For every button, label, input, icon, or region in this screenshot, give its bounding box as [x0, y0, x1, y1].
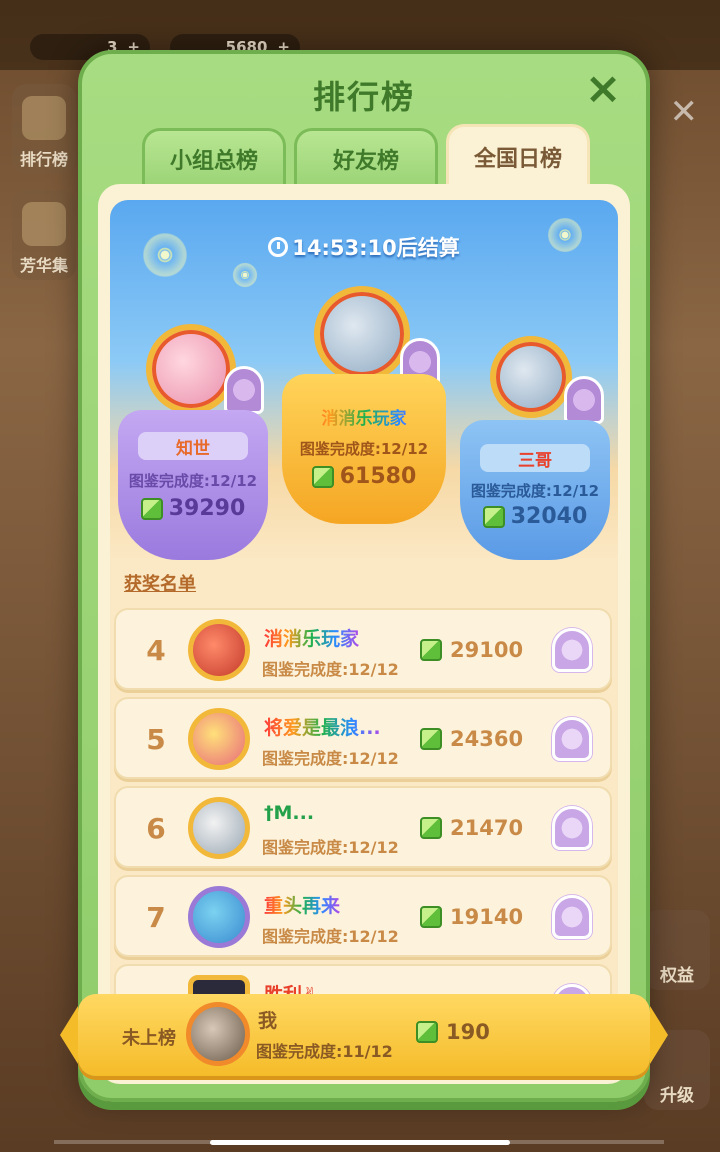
cube-icon [311, 465, 334, 488]
tab-bar: 小组总榜 好友榜 全国日榜 [142, 124, 590, 186]
podium-name: 知世 [138, 432, 248, 460]
collection-progress: 图鉴完成度:12/12 [262, 927, 399, 946]
tab-friends[interactable]: 好友榜 [294, 128, 438, 186]
list-item[interactable]: 4 消消乐玩家 图鉴完成度:12/12 29100 [114, 608, 612, 690]
tab-group-total[interactable]: 小组总榜 [142, 128, 286, 186]
rank-number: 4 [146, 634, 166, 667]
podium-area: 14:53:10后结算 知世 图鉴完成度:12/12 39290 消消乐玩家 图… [110, 200, 618, 560]
my-name: 我 [258, 1010, 278, 1032]
rank-number: 7 [146, 901, 166, 934]
list-item[interactable]: 6 †M... 图鉴完成度:12/12 21470 [114, 786, 612, 868]
avatar [146, 324, 236, 414]
side-button-leaderboard[interactable]: 排行榜 [12, 84, 76, 174]
leaderboard-icon [22, 96, 66, 140]
leaderboard-body[interactable]: 14:53:10后结算 知世 图鉴完成度:12/12 39290 消消乐玩家 图… [110, 200, 618, 1080]
player-name: 重头再来 [264, 891, 340, 918]
my-rank-bar[interactable]: 未上榜 我 图鉴完成度:11/12 190 [60, 994, 668, 1076]
pillow-icon [552, 806, 592, 850]
clock-icon [268, 237, 289, 257]
podium-score: 61580 [282, 464, 446, 489]
close-icon[interactable]: × [582, 67, 624, 111]
cube-icon [140, 497, 163, 520]
rank-number: 5 [146, 723, 166, 756]
podium-score: 32040 [460, 504, 610, 529]
player-score: 24360 [420, 727, 523, 751]
avatar [188, 886, 250, 948]
pillow-icon [552, 717, 592, 761]
rank-number: 6 [146, 812, 166, 845]
list-item[interactable]: 7 重头再来 图鉴完成度:12/12 19140 [114, 875, 612, 957]
my-score: 190 [416, 1020, 490, 1044]
player-score: 29100 [420, 638, 523, 662]
podium-score: 39290 [118, 496, 268, 521]
tab-national-daily[interactable]: 全国日榜 [446, 124, 590, 186]
side-button-collection[interactable]: 芳华集 [12, 190, 76, 280]
pillow-icon [224, 366, 264, 414]
avatar [188, 797, 250, 859]
book-icon [22, 202, 66, 246]
player-name: 消消乐玩家 [264, 624, 359, 651]
list-item[interactable]: 5 将爱是最浪... 图鉴完成度:12/12 24360 [114, 697, 612, 779]
collection-progress: 图鉴完成度:12/12 [262, 660, 399, 679]
cube-icon [420, 639, 442, 661]
panel-title: 排行榜 [312, 78, 415, 116]
winners-list-title: 获奖名单 [124, 574, 196, 595]
side-button-benefits[interactable]: 权益 [644, 910, 710, 990]
avatar [188, 708, 250, 770]
pillow-icon [564, 376, 604, 424]
podium-progress: 图鉴完成度:12/12 [299, 440, 429, 458]
podium-progress: 图鉴完成度:12/12 [470, 482, 600, 500]
ranking-list[interactable]: 4 消消乐玩家 图鉴完成度:12/12 29100 5 将爱是最浪... 图鉴完… [114, 608, 612, 1053]
avatar [314, 286, 410, 382]
my-collection-progress: 图鉴完成度:11/12 [256, 1042, 393, 1061]
collection-progress: 图鉴完成度:12/12 [262, 838, 399, 857]
podium-second[interactable]: 知世 图鉴完成度:12/12 39290 [118, 310, 268, 560]
cube-icon [420, 906, 442, 928]
settlement-timer: 14:53:10后结算 [110, 232, 618, 262]
my-rank-status: 未上榜 [122, 1028, 176, 1049]
home-indicator[interactable] [210, 1140, 510, 1145]
cube-icon [482, 505, 505, 528]
my-avatar [186, 1002, 250, 1066]
pillow-icon [552, 895, 592, 939]
podium-name: 三哥 [480, 444, 590, 472]
podium-third[interactable]: 三哥 图鉴完成度:12/12 32040 [460, 336, 610, 560]
player-score: 19140 [420, 905, 523, 929]
pillow-icon [552, 628, 592, 672]
leaderboard-panel: 排行榜 × 小组总榜 好友榜 全国日榜 14:53:10后结算 知世 图鉴完成度… [78, 50, 650, 1102]
collection-progress: 图鉴完成度:12/12 [262, 749, 399, 768]
player-name: †M... [264, 802, 315, 824]
player-name: 将爱是最浪... [264, 713, 381, 740]
cube-icon [420, 817, 442, 839]
cube-icon [416, 1021, 438, 1043]
tab-content: 14:53:10后结算 知世 图鉴完成度:12/12 39290 消消乐玩家 图… [98, 184, 630, 1084]
avatar [188, 619, 250, 681]
background-close-icon: ✕ [669, 92, 699, 132]
player-score: 21470 [420, 816, 523, 840]
podium-first[interactable]: 消消乐玩家 图鉴完成度:12/12 61580 [282, 286, 446, 546]
cube-icon [420, 728, 442, 750]
podium-name: 消消乐玩家 [296, 402, 432, 430]
avatar [490, 336, 572, 418]
podium-progress: 图鉴完成度:12/12 [128, 472, 258, 490]
